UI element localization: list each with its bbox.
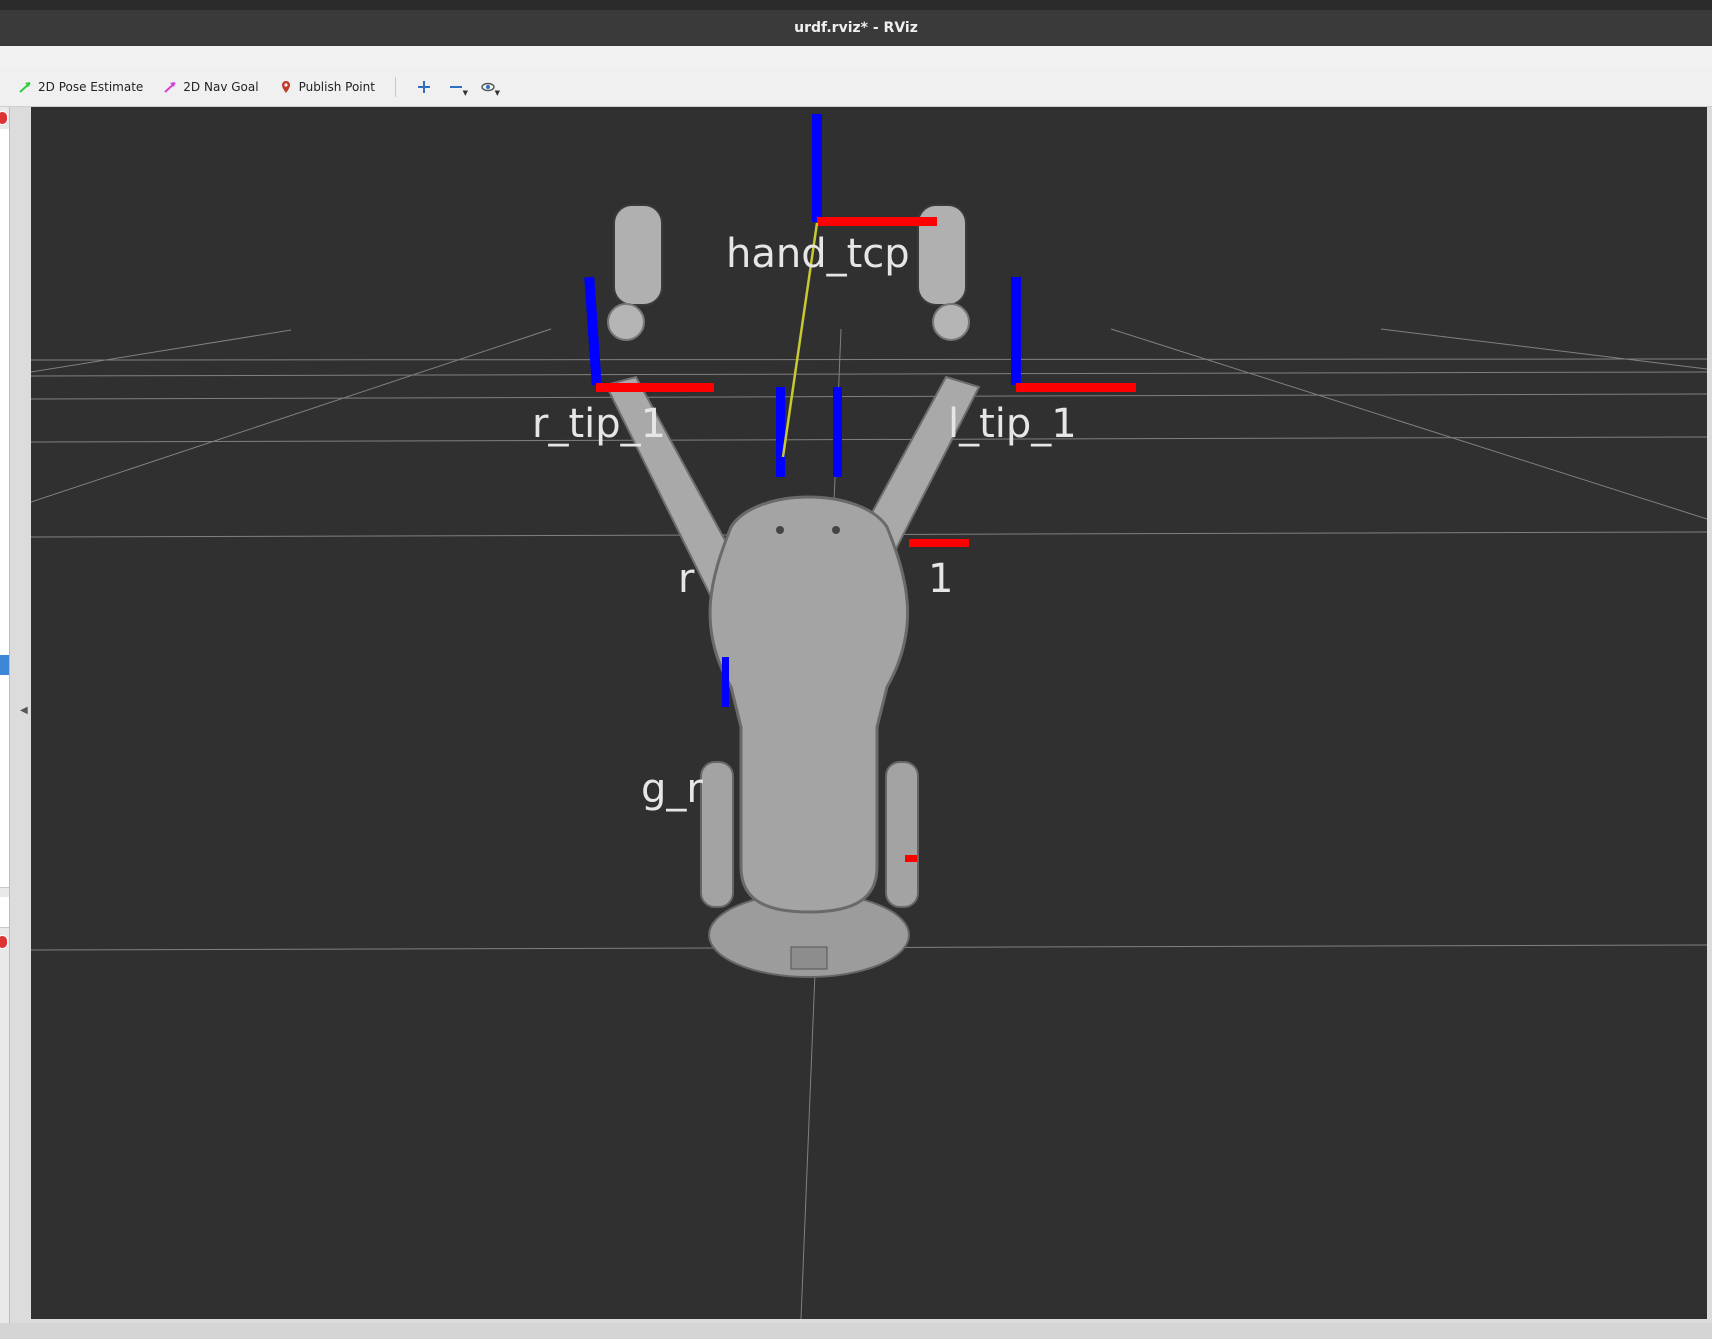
add-tool-button[interactable] [412, 75, 436, 99]
right-bracket [700, 761, 734, 908]
menu-bar [0, 46, 1712, 68]
publish-point-tool[interactable]: Publish Point [273, 76, 381, 98]
remove-tool-button[interactable]: ▼ [444, 75, 468, 99]
frame-label-r-partial: r [678, 556, 695, 602]
base-connector [790, 946, 828, 970]
collapse-left-icon[interactable]: ◀ [20, 705, 28, 716]
3d-render-viewport[interactable]: hand_tcp r_tip_1 l_tip_1 r 1 g_r [31, 107, 1707, 1319]
right-finger-joint [607, 303, 645, 341]
g-r-z-axis [722, 657, 729, 707]
palm-body [708, 495, 910, 914]
magenta-arrow-icon [164, 81, 176, 93]
side-x-axis [909, 539, 969, 547]
r-tip-z-axis [584, 276, 602, 386]
screen-top-edge [0, 0, 1712, 10]
frame-label-l-tip-1: l_tip_1 [948, 401, 1077, 447]
robot-model [604, 204, 981, 978]
pose-estimate-tool[interactable]: 2D Pose Estimate [12, 76, 149, 98]
tool-bar: 2D Pose Estimate 2D Nav Goal Publish Poi… [0, 67, 1712, 107]
dropdown-arrow-icon: ▼ [494, 88, 500, 97]
hand-tcp-x-axis [817, 217, 937, 226]
selected-display-row[interactable] [0, 655, 9, 675]
frame-label-one-partial: 1 [928, 556, 953, 602]
center-z-axis-1 [776, 387, 785, 477]
window-title: urdf.rviz* - RViz [794, 20, 918, 36]
title-bar: urdf.rviz* - RViz [0, 10, 1712, 46]
dropdown-arrow-icon: ▼ [462, 88, 468, 97]
pose-estimate-label: 2D Pose Estimate [38, 79, 144, 94]
properties-area[interactable] [0, 807, 9, 888]
green-arrow-icon [19, 81, 31, 93]
right-panel-edge [1707, 107, 1712, 1319]
status-bar [0, 1323, 1712, 1339]
r-tip-x-axis [596, 383, 714, 392]
error-status-icon [0, 935, 8, 949]
frame-label-hand-tcp: hand_tcp [726, 231, 910, 277]
view-tool-button[interactable]: ▼ [476, 75, 500, 99]
nav-goal-label: 2D Nav Goal [183, 79, 259, 94]
displays-panel-collapsed[interactable] [0, 107, 10, 1323]
plus-icon [417, 80, 430, 93]
frame-label-g-r-partial: g_r [641, 766, 703, 812]
nav-goal-tool[interactable]: 2D Nav Goal [157, 76, 264, 98]
right-finger-pad [613, 204, 663, 306]
center-z-axis-2 [833, 387, 842, 477]
scene-svg: hand_tcp r_tip_1 l_tip_1 r 1 g_r [31, 114, 1707, 1319]
toolbar-separator [394, 76, 396, 97]
publish-point-label: Publish Point [298, 79, 375, 94]
panel-button-area[interactable] [0, 897, 9, 928]
frame-label-r-tip-1: r_tip_1 [532, 401, 666, 447]
map-pin-icon [281, 80, 290, 93]
eye-icon [481, 82, 495, 91]
l-tip-z-axis [1011, 277, 1021, 385]
left-finger-joint [932, 303, 970, 341]
palm-screw [776, 526, 784, 534]
hand-tcp-z-axis [812, 114, 822, 222]
minus-icon [449, 85, 462, 88]
palm-screw [832, 526, 840, 534]
left-bracket [885, 761, 919, 908]
l-tip-x-axis [1016, 383, 1136, 392]
base-x-axis [905, 855, 917, 862]
displays-tree[interactable] [0, 129, 9, 820]
error-status-icon [0, 111, 8, 125]
